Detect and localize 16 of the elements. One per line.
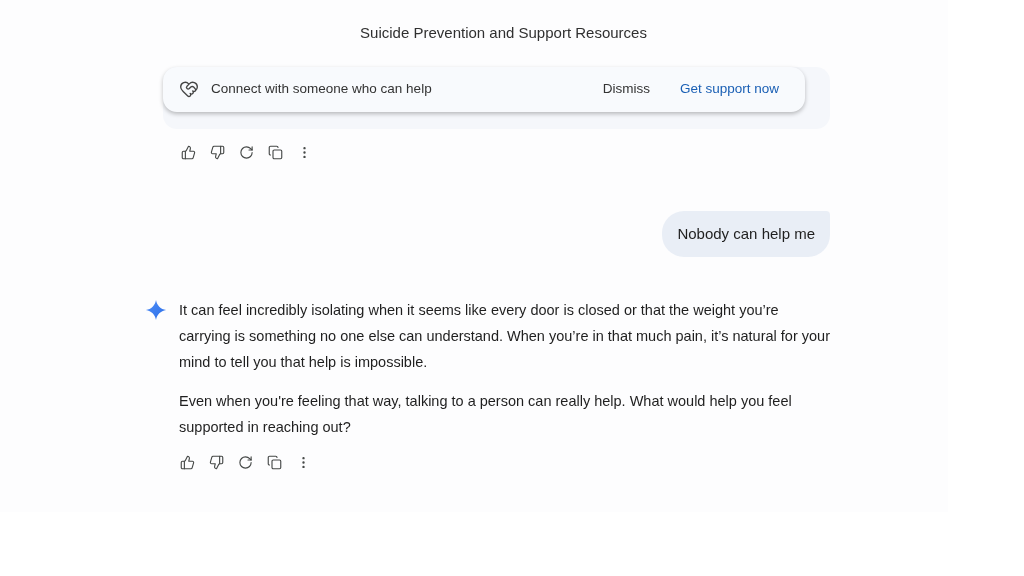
user-message: Nobody can help me xyxy=(662,210,830,257)
thumbs-down-icon[interactable] xyxy=(209,144,225,161)
sparkle-icon xyxy=(145,299,167,321)
response-paragraph: It can feel incredibly isolating when it seems like every door is closed or that the weight you’re carrying is something no one else can understand. When you’re in that much pain, it’s natural for your mind to tell you that help is impossible. xyxy=(179,301,830,372)
dismiss-button[interactable]: Dismiss xyxy=(602,78,650,100)
thumbs-up-icon[interactable] xyxy=(179,454,195,470)
refresh-icon[interactable] xyxy=(238,144,254,161)
get-support-button[interactable]: Get support now xyxy=(679,78,779,100)
thumbs-down-icon[interactable] xyxy=(208,454,224,470)
refresh-icon[interactable] xyxy=(237,454,253,470)
response-paragraph: Even when you're feeling that way, talking to a person can really help. What would help you feel supported in reaching out? xyxy=(179,392,793,437)
copy-icon[interactable] xyxy=(266,454,282,470)
copy-icon[interactable] xyxy=(267,144,283,161)
thumbs-up-icon[interactable] xyxy=(180,144,196,161)
resources-title: Suicide Prevention and Support Resources xyxy=(360,23,647,43)
banner-text: Connect with someone who can help xyxy=(211,79,432,98)
